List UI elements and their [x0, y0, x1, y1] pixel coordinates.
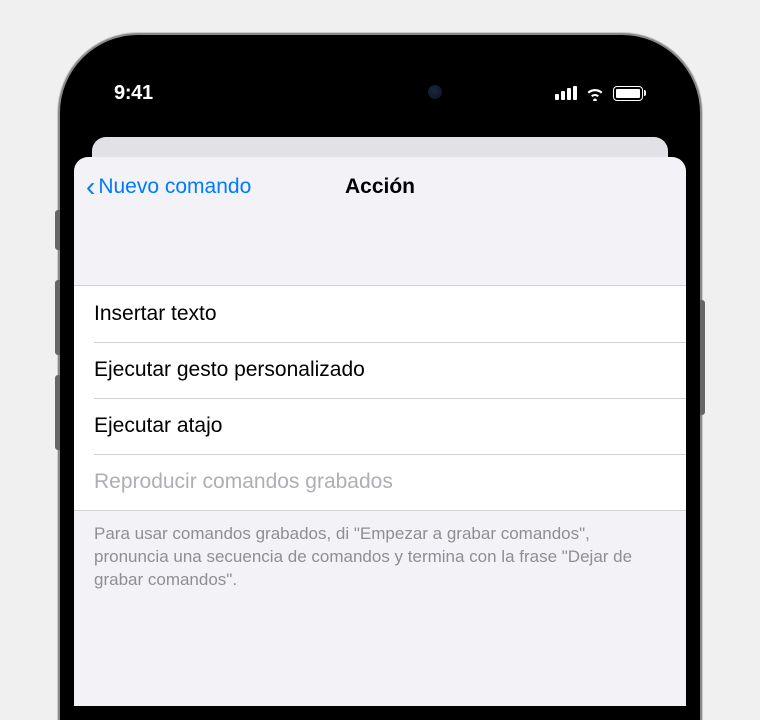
volume-up-button [55, 280, 60, 355]
chevron-left-icon: ‹ [86, 173, 95, 201]
silent-switch [55, 210, 60, 250]
wifi-icon [585, 86, 605, 101]
volume-down-button [55, 375, 60, 450]
action-list: Insertar texto Ejecutar gesto personaliz… [74, 285, 686, 511]
page-title: Acción [345, 175, 415, 199]
back-button[interactable]: ‹ Nuevo comando [86, 173, 251, 201]
action-shortcut[interactable]: Ejecutar atajo [74, 398, 686, 454]
dynamic-island [300, 69, 460, 114]
cellular-signal-icon [555, 86, 577, 100]
action-recorded-commands: Reproducir comandos grabados [74, 454, 686, 510]
modal-sheet: ‹ Nuevo comando Acción Insertar texto Ej… [74, 157, 686, 706]
status-time: 9:41 [114, 64, 153, 105]
action-insert-text[interactable]: Insertar texto [74, 286, 686, 342]
navigation-bar: ‹ Nuevo comando Acción [74, 157, 686, 217]
action-custom-gesture[interactable]: Ejecutar gesto personalizado [74, 342, 686, 398]
front-camera [428, 85, 442, 99]
battery-icon [613, 86, 646, 101]
back-label: Nuevo comando [98, 175, 251, 199]
status-icons [555, 68, 646, 101]
power-button [700, 300, 705, 415]
phone-frame: 9:41 ‹ [60, 35, 700, 720]
screen: 9:41 ‹ [74, 49, 686, 706]
footer-help-text: Para usar comandos grabados, di "Empezar… [74, 511, 686, 604]
